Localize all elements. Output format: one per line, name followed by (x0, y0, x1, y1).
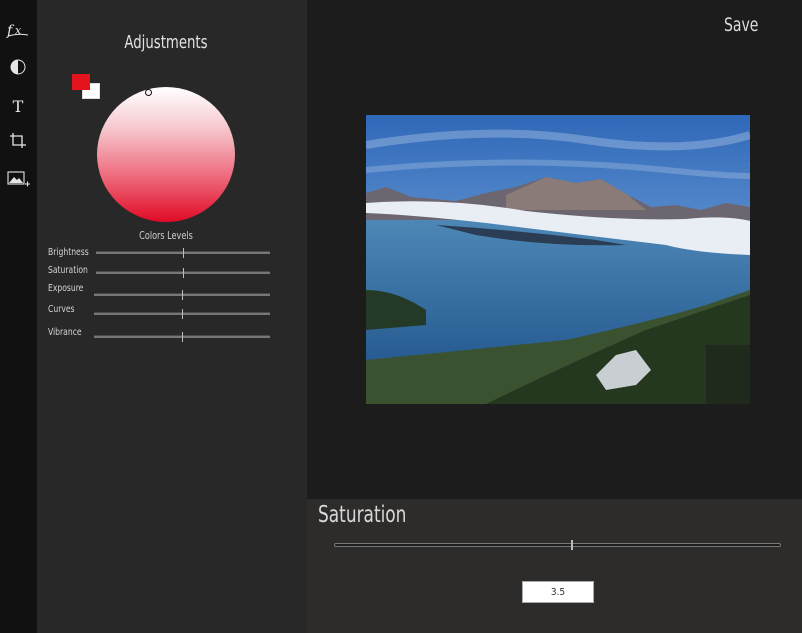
saturation-label: Saturation (48, 265, 88, 276)
svg-text:x: x (15, 24, 22, 37)
crop-icon[interactable] (4, 129, 32, 153)
brightness-slider-thumb[interactable] (183, 248, 184, 258)
saturation-control-panel: Saturation 3.5 (307, 499, 802, 633)
contrast-icon[interactable] (4, 55, 32, 79)
vibrance-label: Vibrance (48, 327, 82, 338)
exposure-slider-thumb[interactable] (182, 290, 183, 300)
edited-photo (366, 115, 750, 404)
color-picker-handle[interactable] (145, 89, 152, 96)
fx-icon[interactable]: fx (4, 18, 32, 42)
vibrance-slider-thumb[interactable] (182, 332, 183, 342)
curves-slider[interactable] (94, 309, 270, 319)
svg-text:f: f (6, 23, 15, 39)
brightness-slider[interactable] (96, 248, 270, 258)
saturation-title: Saturation (318, 502, 407, 528)
vibrance-slider[interactable] (94, 332, 270, 342)
saturation-main-slider[interactable] (334, 540, 781, 550)
saturation-main-slider-thumb[interactable] (570, 540, 573, 550)
saturation-slider[interactable] (96, 268, 270, 278)
colors-levels-label: Colors Levels (139, 229, 193, 242)
exposure-slider[interactable] (94, 290, 270, 300)
saturation-slider-thumb[interactable] (183, 268, 184, 278)
foreground-color-swatch[interactable] (72, 74, 90, 90)
exposure-label: Exposure (48, 283, 84, 294)
panel-title: Adjustments (124, 32, 208, 53)
tool-sidebar: fx T (0, 0, 37, 633)
adjustments-panel: Adjustments Colors Levels Brightness Sat… (37, 0, 307, 633)
text-icon[interactable]: T (4, 94, 32, 118)
curves-label: Curves (48, 304, 75, 315)
brightness-label: Brightness (48, 247, 89, 258)
save-button[interactable]: Save (724, 14, 758, 36)
add-image-icon[interactable] (4, 167, 32, 191)
saturation-value-field[interactable]: 3.5 (522, 581, 594, 603)
curves-slider-thumb[interactable] (182, 309, 183, 319)
color-wheel[interactable] (97, 87, 235, 222)
